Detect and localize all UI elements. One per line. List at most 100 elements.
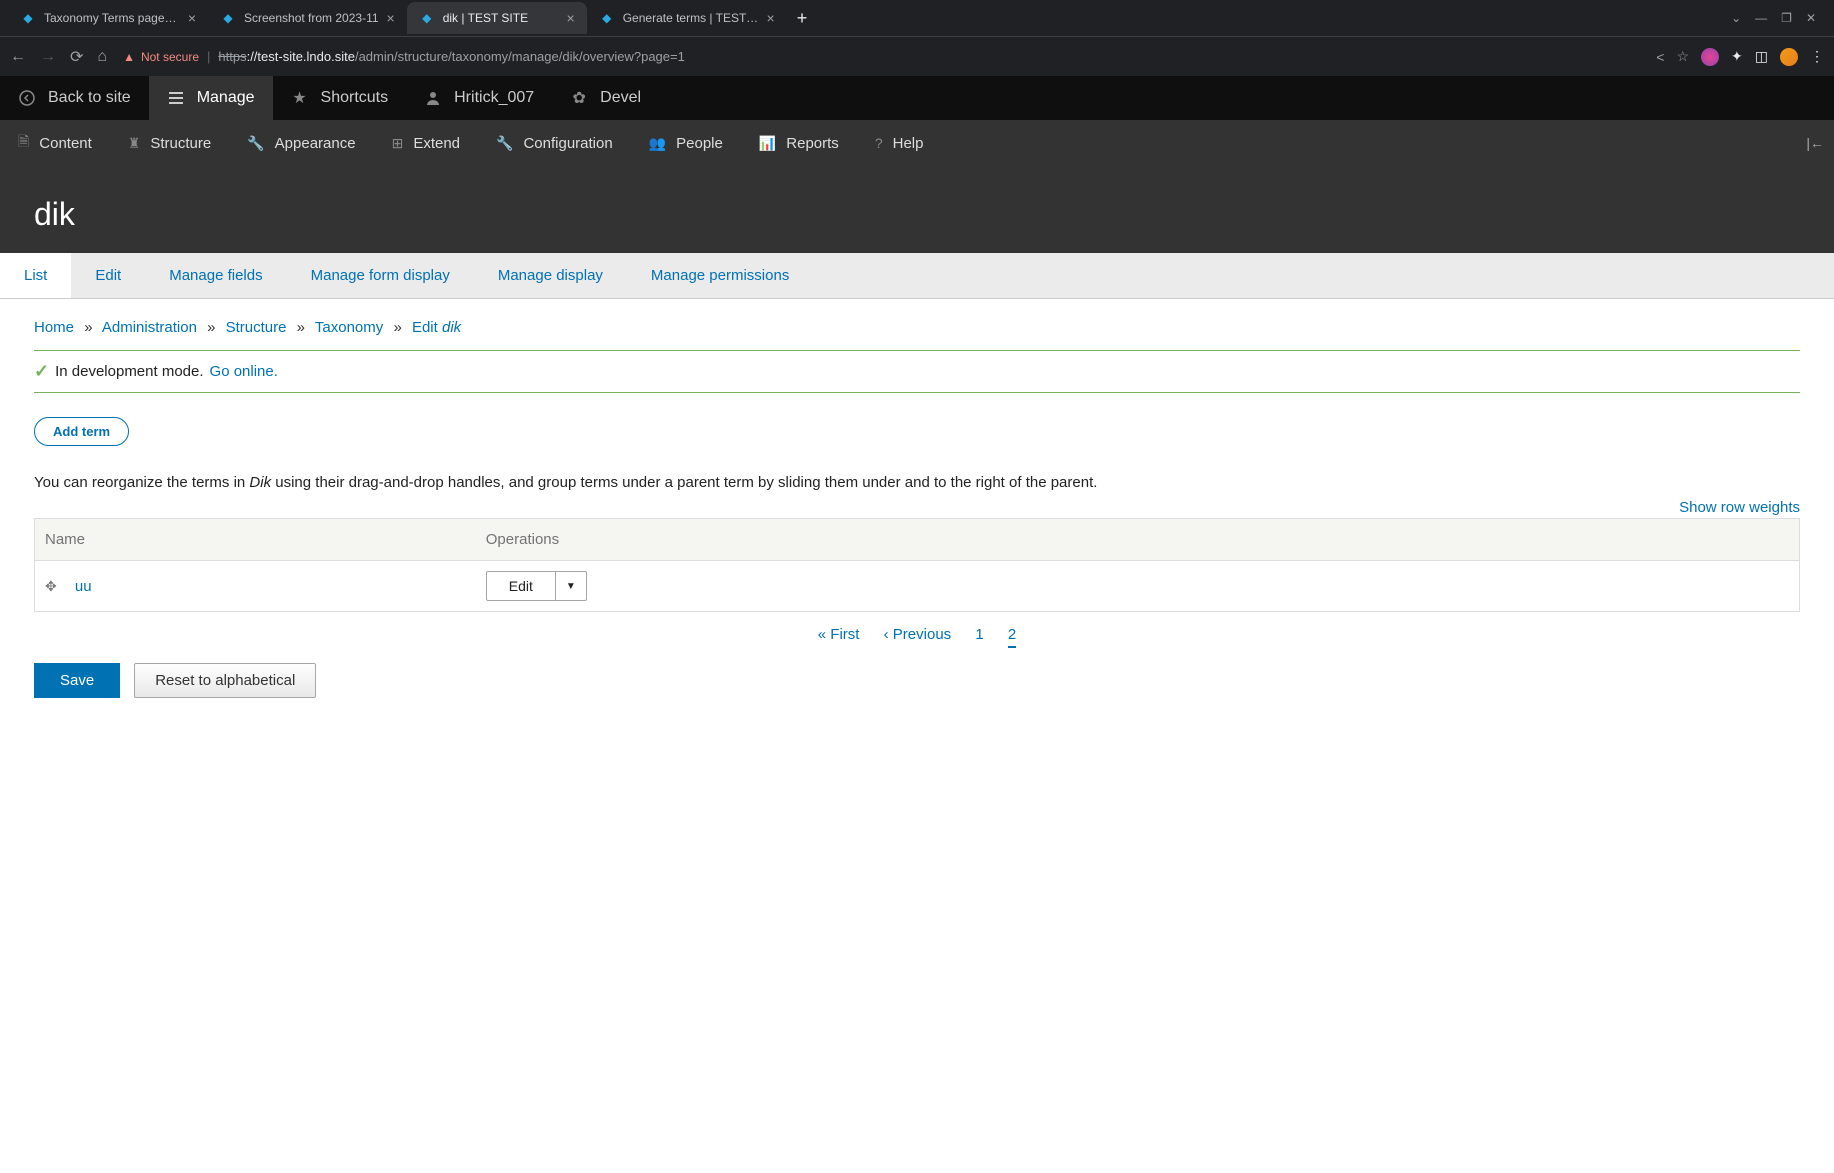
dropbutton-toggle[interactable]: ▼	[556, 572, 586, 600]
page-header: dik	[0, 166, 1834, 253]
breadcrumb-structure[interactable]: Structure	[226, 319, 287, 336]
people-icon: 👥	[649, 135, 666, 152]
reload-icon[interactable]: ⟳	[70, 47, 83, 67]
drupal-favicon-icon: ◆	[220, 10, 236, 26]
admin-help-link[interactable]: ? Help	[857, 120, 942, 166]
operations-dropbutton: Edit ▼	[486, 571, 587, 601]
breadcrumb-edit[interactable]: Edit dik	[412, 319, 461, 336]
wrench-icon: 🔧	[247, 135, 264, 152]
bookmark-icon[interactable]: ☆	[1676, 48, 1689, 65]
back-to-site-link[interactable]: Back to site	[0, 76, 149, 120]
show-row-weights-link[interactable]: Show row weights	[1679, 499, 1800, 516]
browser-tab[interactable]: ◆ Screenshot from 2023-11 ×	[208, 2, 407, 34]
close-icon[interactable]: ×	[188, 10, 196, 26]
drupal-favicon-icon: ◆	[20, 10, 36, 26]
browser-tab[interactable]: ◆ dik | TEST SITE ×	[407, 2, 587, 34]
terms-table: Name Operations ✥ uu Edit ▼	[34, 518, 1800, 612]
panel-icon[interactable]: ◫	[1755, 48, 1768, 65]
breadcrumb-taxonomy[interactable]: Taxonomy	[315, 319, 383, 336]
admin-appearance-link[interactable]: 🔧 Appearance	[229, 120, 373, 166]
tab-strip: ◆ Taxonomy Terms page pa × ◆ Screenshot …	[0, 0, 1834, 36]
admin-reports-link[interactable]: 📊 Reports	[741, 120, 857, 166]
tab-manage-permissions[interactable]: Manage permissions	[627, 253, 813, 298]
tab-title: Screenshot from 2023-11	[244, 11, 379, 25]
extensions-icon[interactable]: ✦	[1731, 48, 1743, 65]
chevron-down-icon[interactable]: ⌄	[1731, 11, 1741, 25]
status-text: In development mode.	[55, 363, 203, 380]
manage-toggle[interactable]: Manage	[149, 76, 273, 120]
not-secure-label: Not secure	[141, 50, 199, 64]
tab-title: Taxonomy Terms page pa	[44, 11, 180, 25]
save-button[interactable]: Save	[34, 663, 120, 698]
file-icon: 🗎	[18, 131, 29, 155]
pager-current: 2	[1008, 626, 1016, 648]
structure-icon: ♜	[128, 135, 141, 152]
content-region: Home » Administration » Structure » Taxo…	[0, 299, 1834, 738]
status-message: ✓ In development mode. Go online.	[34, 350, 1800, 393]
term-link[interactable]: uu	[75, 578, 92, 595]
pager-first[interactable]: « First	[818, 626, 860, 643]
close-icon[interactable]: ×	[387, 10, 395, 26]
collapse-toolbar-icon[interactable]: |←	[1806, 135, 1824, 151]
question-icon: ?	[875, 135, 883, 151]
wrench-icon: 🔧	[496, 135, 513, 152]
devel-label: Devel	[600, 89, 641, 107]
help-text: You can reorganize the terms in Dik usin…	[34, 474, 1800, 491]
chevron-left-icon	[18, 89, 36, 107]
browser-tab[interactable]: ◆ Generate terms | TEST SIT ×	[587, 2, 787, 34]
extension-icon[interactable]	[1701, 48, 1719, 66]
edit-button[interactable]: Edit	[487, 572, 556, 600]
back-icon[interactable]: ←	[10, 48, 26, 66]
drupal-toolbar: Back to site Manage ★ Shortcuts Hritick_…	[0, 76, 1834, 166]
add-term-button[interactable]: Add term	[34, 417, 129, 446]
maximize-icon[interactable]: ❐	[1781, 11, 1792, 25]
new-tab-button[interactable]: +	[787, 8, 818, 29]
close-icon[interactable]: ×	[567, 10, 575, 26]
close-icon[interactable]: ×	[767, 10, 775, 26]
browser-chrome: ◆ Taxonomy Terms page pa × ◆ Screenshot …	[0, 0, 1834, 76]
manage-label: Manage	[197, 89, 255, 107]
reset-button[interactable]: Reset to alphabetical	[134, 663, 316, 698]
admin-configuration-link[interactable]: 🔧 Configuration	[478, 120, 631, 166]
devel-link[interactable]: ✿ Devel	[552, 76, 659, 120]
chart-icon: 📊	[759, 135, 776, 152]
close-window-icon[interactable]: ✕	[1806, 11, 1816, 25]
admin-structure-link[interactable]: ♜ Structure	[110, 120, 229, 166]
window-controls: ⌄ — ❐ ✕	[1721, 11, 1826, 25]
hamburger-icon	[167, 89, 185, 107]
minimize-icon[interactable]: —	[1755, 11, 1767, 25]
show-row-weights: Show row weights	[34, 499, 1800, 516]
tab-manage-display[interactable]: Manage display	[474, 253, 627, 298]
pager-previous[interactable]: ‹ Previous	[884, 626, 952, 643]
admin-extend-link[interactable]: ⊞ Extend	[374, 120, 478, 166]
column-name: Name	[35, 519, 476, 561]
admin-people-link[interactable]: 👥 People	[631, 120, 741, 166]
tab-edit[interactable]: Edit	[71, 253, 145, 298]
forward-icon[interactable]: →	[40, 48, 56, 66]
drag-handle-icon[interactable]: ✥	[45, 578, 57, 594]
user-menu[interactable]: Hritick_007	[406, 76, 552, 120]
puzzle-icon: ⊞	[392, 135, 404, 152]
page-title: dik	[34, 196, 1800, 233]
shortcuts-link[interactable]: ★ Shortcuts	[273, 76, 407, 120]
pager: « First ‹ Previous 1 2	[34, 612, 1800, 663]
tab-title: Generate terms | TEST SIT	[623, 11, 759, 25]
go-online-link[interactable]: Go online.	[210, 363, 278, 380]
profile-avatar-icon[interactable]	[1780, 48, 1798, 66]
pager-page-1[interactable]: 1	[975, 626, 983, 643]
breadcrumb: Home » Administration » Structure » Taxo…	[34, 315, 1800, 350]
tab-manage-form-display[interactable]: Manage form display	[287, 253, 474, 298]
breadcrumb-administration[interactable]: Administration	[102, 319, 197, 336]
share-icon[interactable]: <	[1656, 49, 1664, 65]
home-icon[interactable]: ⌂	[97, 48, 107, 66]
tab-list[interactable]: List	[0, 253, 71, 298]
breadcrumb-home[interactable]: Home	[34, 319, 74, 336]
tab-manage-fields[interactable]: Manage fields	[145, 253, 286, 298]
back-to-site-label: Back to site	[48, 89, 131, 107]
admin-content-link[interactable]: 🗎 Content	[0, 120, 110, 166]
column-operations: Operations	[476, 519, 1800, 561]
browser-tab[interactable]: ◆ Taxonomy Terms page pa ×	[8, 2, 208, 34]
drupal-favicon-icon: ◆	[599, 10, 615, 26]
kebab-menu-icon[interactable]: ⋮	[1810, 48, 1824, 65]
url-box[interactable]: ▲ Not secure | https://test-site.lndo.si…	[119, 49, 1644, 64]
